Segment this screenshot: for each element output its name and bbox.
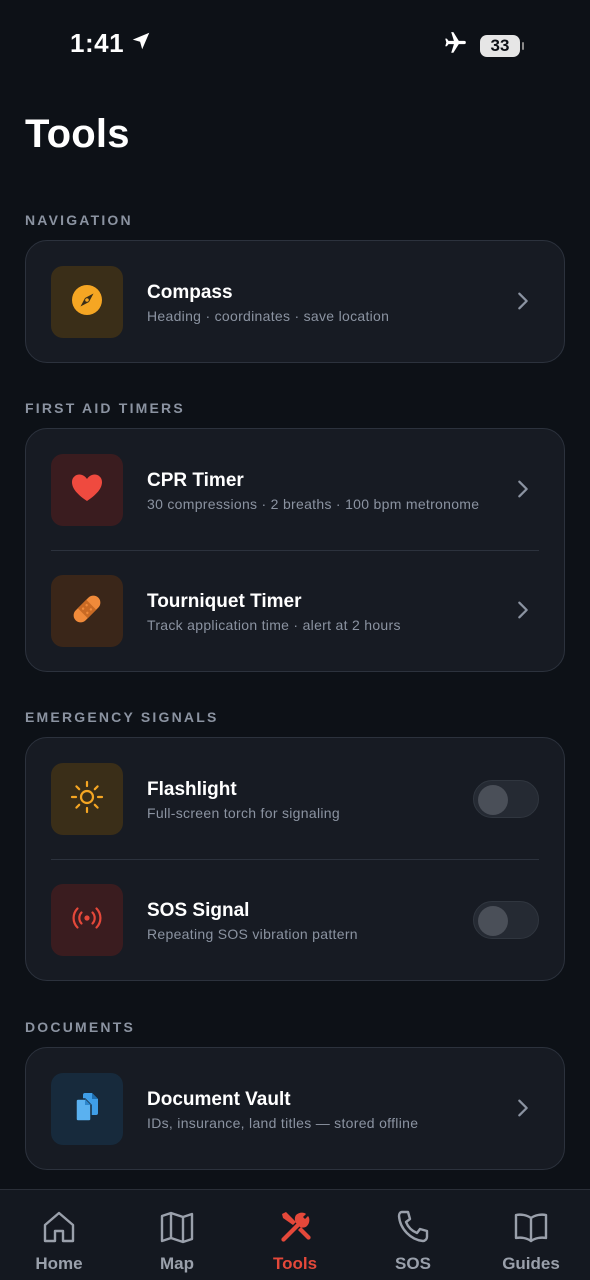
tab-label: SOS — [395, 1254, 431, 1273]
tool-title: SOS Signal — [147, 900, 250, 921]
page-title: Tools — [25, 112, 130, 156]
tool-title: Compass — [147, 282, 233, 303]
status-bar: 1:41 33 — [0, 0, 590, 88]
tourniquet-tile — [51, 575, 123, 647]
tab-guides[interactable]: Guides — [472, 1190, 590, 1280]
tool-row-document-vault[interactable]: Document Vault IDs, insurance, land titl… — [26, 1048, 564, 1169]
documents-card: Document Vault IDs, insurance, land titl… — [25, 1047, 565, 1170]
tab-label: Guides — [502, 1254, 560, 1273]
section-label-navigation: NAVIGATION — [25, 212, 133, 228]
location-arrow-icon — [130, 28, 152, 59]
compass-icon — [69, 282, 105, 323]
tab-bar: Home Map Tools SOS Guides — [0, 1189, 590, 1280]
tool-title: CPR Timer — [147, 470, 244, 491]
tool-subtitle: IDs, insurance, land titles — stored off… — [147, 1115, 419, 1131]
tool-title: Tourniquet Timer — [147, 591, 302, 612]
tool-subtitle: 30 compressions · 2 breaths · 100 bpm me… — [147, 496, 480, 512]
tool-row-flashlight: Flashlight Full-screen torch for signali… — [26, 738, 564, 859]
section-label-documents: DOCUMENTS — [25, 1019, 136, 1035]
tab-map[interactable]: Map — [118, 1190, 236, 1280]
chevron-right-icon — [518, 601, 528, 619]
tab-sos[interactable]: SOS — [354, 1190, 472, 1280]
tab-label: Home — [35, 1254, 83, 1273]
flashlight-tile — [51, 763, 123, 835]
flashlight-toggle[interactable] — [473, 780, 539, 818]
toggle-knob — [478, 785, 508, 815]
section-label-first-aid: FIRST AID TIMERS — [25, 400, 185, 416]
tools-icon — [276, 1208, 314, 1251]
tool-subtitle: Heading · coordinates · save location — [147, 308, 390, 324]
sos-tile — [51, 884, 123, 956]
tab-label: Map — [160, 1254, 194, 1273]
tool-subtitle: Repeating SOS vibration pattern — [147, 926, 358, 942]
tool-subtitle: Track application time · alert at 2 hour… — [147, 617, 401, 633]
status-time-text: 1:41 — [70, 28, 125, 58]
tool-title: Flashlight — [147, 779, 237, 800]
sun-icon — [69, 779, 105, 820]
phone-icon — [394, 1208, 432, 1251]
bandage-icon — [69, 591, 105, 632]
airplane-mode-icon — [442, 30, 468, 61]
heart-icon — [69, 470, 105, 511]
book-icon — [512, 1208, 550, 1251]
tool-subtitle: Full-screen torch for signaling — [147, 805, 340, 821]
toggle-knob — [478, 906, 508, 936]
tab-tools[interactable]: Tools — [236, 1190, 354, 1280]
chevron-right-icon — [518, 292, 528, 310]
broadcast-icon — [69, 900, 105, 941]
tool-row-compass[interactable]: Compass Heading · coordinates · save loc… — [26, 241, 564, 362]
cpr-tile — [51, 454, 123, 526]
home-icon — [40, 1208, 78, 1251]
map-icon — [158, 1208, 196, 1251]
status-time: 1:41 — [70, 28, 152, 59]
navigation-card: Compass Heading · coordinates · save loc… — [25, 240, 565, 363]
chevron-right-icon — [518, 1099, 528, 1117]
chevron-right-icon — [518, 480, 528, 498]
tool-row-cpr-timer[interactable]: CPR Timer 30 compressions · 2 breaths · … — [26, 429, 564, 550]
tool-row-tourniquet-timer[interactable]: Tourniquet Timer Track application time … — [26, 550, 564, 671]
tab-home[interactable]: Home — [0, 1190, 118, 1280]
documents-icon — [69, 1089, 105, 1130]
section-label-emergency: EMERGENCY SIGNALS — [25, 709, 219, 725]
tool-row-sos-signal: SOS Signal Repeating SOS vibration patte… — [26, 859, 564, 980]
sos-signal-toggle[interactable] — [473, 901, 539, 939]
emergency-card: Flashlight Full-screen torch for signali… — [25, 737, 565, 981]
compass-tile — [51, 266, 123, 338]
battery-indicator: 33 — [480, 34, 524, 57]
tool-title: Document Vault — [147, 1089, 291, 1110]
document-vault-tile — [51, 1073, 123, 1145]
first-aid-card: CPR Timer 30 compressions · 2 breaths · … — [25, 428, 565, 672]
tab-label: Tools — [272, 1254, 318, 1273]
